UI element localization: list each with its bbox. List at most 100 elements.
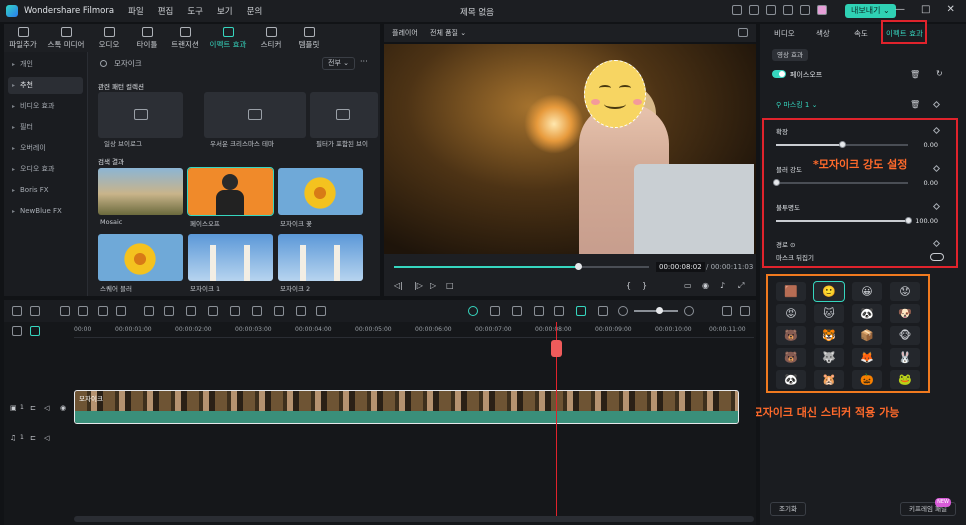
sticker-option[interactable]: 🐼 (852, 304, 882, 323)
mark-in-icon[interactable]: { (626, 281, 631, 290)
effect-thumb-mosaic-flower[interactable] (278, 168, 363, 215)
prev-frame-icon[interactable]: ◁| (394, 281, 403, 290)
face-sticker-smiley[interactable] (584, 60, 646, 128)
audio-adjust-icon[interactable] (230, 306, 240, 316)
menu-view[interactable]: 보기 (217, 5, 233, 17)
slider-value-expand[interactable]: 0.00 (910, 141, 938, 149)
sticker-option[interactable]: 😀 (852, 282, 882, 301)
sidebar-item-boris-fx[interactable]: Boris FX (8, 182, 83, 199)
snap-icon[interactable] (554, 306, 564, 316)
link-icon[interactable] (576, 306, 586, 316)
mute-icon[interactable]: ◁ (44, 404, 49, 412)
more-options-icon[interactable]: ··· (360, 57, 368, 66)
undo-icon[interactable] (60, 306, 70, 316)
invert-mask-toggle[interactable] (930, 253, 944, 261)
sticker-option[interactable]: 🐺 (814, 348, 844, 367)
slider-value-blur[interactable]: 0.00 (910, 179, 938, 187)
related-card[interactable] (310, 92, 378, 138)
sticker-option[interactable]: 😟 (890, 282, 920, 301)
speed-icon[interactable] (186, 306, 196, 316)
sidebar-item-recommended[interactable]: 추천 (8, 77, 83, 94)
related-card[interactable] (98, 92, 183, 138)
sticker-option[interactable]: 📦 (852, 326, 882, 345)
preview-quality-icon[interactable] (598, 306, 608, 316)
crop-icon[interactable] (144, 306, 154, 316)
video-effects-chip[interactable]: 영상 효과 (772, 49, 808, 61)
effect-thumb-mosaic-2[interactable] (278, 234, 363, 281)
select-tool-icon[interactable] (30, 306, 40, 316)
motion-icon[interactable] (296, 306, 306, 316)
cloud-icon[interactable] (766, 5, 776, 15)
menu-help[interactable]: 문의 (247, 5, 263, 17)
slider-knob[interactable] (773, 179, 780, 186)
delete-clip-icon[interactable] (98, 306, 108, 316)
search-input[interactable]: 모자이크 (96, 56, 326, 72)
avatar[interactable] (817, 5, 827, 15)
quality-dropdown[interactable]: 전체 품질 ⌄ (430, 28, 466, 38)
delete-icon[interactable]: 🗑 (910, 70, 920, 79)
sidebar-item-overlays[interactable]: 오버레이 (8, 140, 83, 157)
mute-icon[interactable]: ◁ (44, 434, 49, 442)
slider-expand[interactable] (776, 141, 908, 148)
fullscreen-icon[interactable]: ⤢ (738, 281, 744, 291)
tab-stickers[interactable]: 스티커 (252, 24, 290, 52)
tab-templates[interactable]: 템플릿 (290, 24, 328, 52)
sticker-option[interactable]: 🐱 (814, 304, 844, 323)
support-icon[interactable] (783, 5, 793, 15)
export-button[interactable]: 내보내기 ⌄ (845, 4, 896, 18)
timeline-ruler[interactable]: 00:00 00:00:01:00 00:00:02:00 00:00:03:0… (74, 324, 754, 338)
eye-icon[interactable]: ◉ (60, 404, 66, 412)
sticker-option[interactable]: 🦊 (852, 348, 882, 367)
link-track-icon[interactable] (30, 326, 40, 336)
sticker-option[interactable]: 🐯 (814, 326, 844, 345)
maximize-button[interactable]: □ (921, 4, 930, 15)
effect-thumb-mosaic-1[interactable] (188, 234, 273, 281)
timeline-menu-icon[interactable] (740, 306, 750, 316)
sticker-option[interactable]: 🐵 (890, 326, 920, 345)
snapshot-icon[interactable] (738, 28, 748, 37)
timer-icon[interactable] (252, 306, 262, 316)
save-icon[interactable] (732, 5, 742, 15)
stop-icon[interactable]: □ (446, 281, 454, 290)
effect-thumb-square-blur[interactable] (98, 234, 183, 281)
shield-icon[interactable] (512, 306, 522, 316)
close-button[interactable]: ✕ (946, 4, 954, 15)
tab-effects[interactable]: 이펙트 효과 (204, 24, 252, 52)
media-icon[interactable] (749, 5, 759, 15)
tab-video[interactable]: 비디오 (774, 28, 795, 39)
text-icon[interactable] (164, 306, 174, 316)
play-icon[interactable]: ▷ (430, 281, 436, 290)
sidebar-item-personal[interactable]: 개인 (8, 56, 83, 73)
redo-icon[interactable] (78, 306, 88, 316)
add-track-icon[interactable] (12, 326, 22, 336)
render-icon[interactable] (468, 306, 478, 316)
effect-toggle[interactable] (772, 70, 786, 78)
zoom-in-icon[interactable] (684, 306, 694, 316)
tab-color[interactable]: 색상 (816, 28, 830, 39)
related-card[interactable] (204, 92, 306, 138)
slider-knob[interactable] (839, 141, 846, 148)
slider-blur[interactable] (773, 179, 908, 186)
sticker-option[interactable]: 🐹 (814, 370, 844, 389)
tab-import[interactable]: 파일추가 (4, 24, 42, 52)
folder-icon[interactable]: ⊏ (30, 404, 36, 412)
sticker-option[interactable]: 🟫 (776, 282, 806, 301)
sticker-option[interactable]: 🐸 (890, 370, 920, 389)
fit-icon[interactable] (274, 306, 284, 316)
sticker-option[interactable]: 🐻 (776, 348, 806, 367)
mask-delete-icon[interactable]: 🗑 (910, 100, 920, 109)
scrub-handle[interactable] (574, 263, 582, 270)
sticker-option[interactable]: 🐻 (776, 326, 806, 345)
gift-icon[interactable] (800, 5, 810, 15)
reset-button[interactable]: 조기화 (770, 502, 806, 516)
sticker-option[interactable]: 🐼 (776, 370, 806, 389)
zoom-out-icon[interactable] (618, 306, 628, 316)
sticker-option[interactable]: 🙂 (813, 281, 845, 302)
layout-icon[interactable] (12, 306, 22, 316)
monitor-icon[interactable]: ▭ (684, 281, 692, 290)
split-icon[interactable] (116, 306, 126, 316)
mic-icon[interactable] (534, 306, 544, 316)
sticker-option[interactable]: 🐰 (890, 348, 920, 367)
minimize-button[interactable]: — (895, 4, 905, 15)
video-clip[interactable]: 모자이크 (74, 390, 739, 424)
